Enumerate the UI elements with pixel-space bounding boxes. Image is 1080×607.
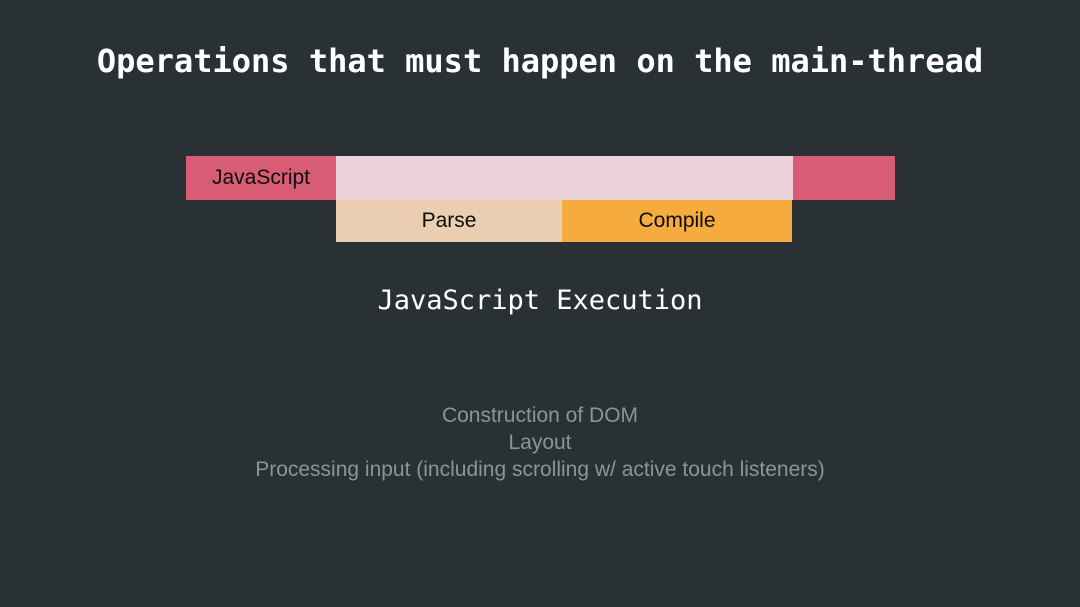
timeline-row-javascript: JavaScript	[186, 156, 895, 200]
compile-bar-label: Compile	[638, 209, 716, 232]
javascript-bar-inner	[336, 156, 793, 200]
list-item: Processing input (including scrolling w/…	[255, 458, 825, 481]
timeline-row-parse-compile: Parse Compile	[336, 200, 792, 242]
javascript-bar-label-segment: JavaScript	[186, 156, 336, 200]
parse-bar-segment: Parse	[336, 200, 562, 242]
list-item: Construction of DOM	[441, 404, 639, 427]
main-thread-operations-list: Construction of DOM Layout Processing in…	[0, 402, 1080, 483]
slide-root: Operations that must happen on the main-…	[0, 0, 1080, 607]
main-thread-timeline-diagram: JavaScript Parse Compile	[0, 156, 1080, 242]
parse-bar-label: Parse	[421, 209, 477, 232]
diagram-caption: JavaScript Execution	[377, 285, 703, 316]
list-item: Layout	[508, 431, 572, 454]
javascript-bar-label: JavaScript	[211, 166, 311, 189]
page-title: Operations that must happen on the main-…	[96, 42, 984, 80]
compile-bar-segment: Compile	[562, 200, 792, 242]
